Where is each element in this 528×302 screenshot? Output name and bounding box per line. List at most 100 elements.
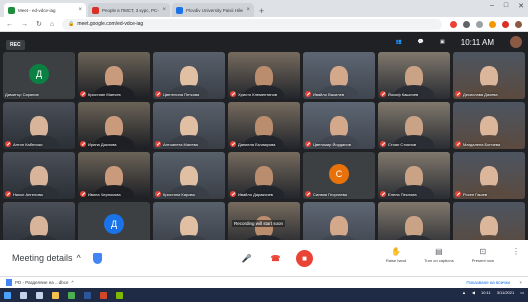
participant-tile[interactable]: Ивайло Даракчиев xyxy=(228,152,300,199)
participant-tile[interactable]: Цветелина Петкова xyxy=(153,52,225,99)
participant-name: Кристина Кирова xyxy=(163,191,195,197)
participant-tile[interactable]: Кристина Кирова xyxy=(153,152,225,199)
captions-button[interactable]: ▤ Turn on captions xyxy=(424,247,454,263)
windows-start-icon[interactable] xyxy=(4,291,11,299)
task-view-icon[interactable] xyxy=(36,291,43,299)
mic-muted-icon xyxy=(80,191,86,197)
back-icon[interactable]: ← xyxy=(6,21,13,28)
app-icon[interactable] xyxy=(100,291,107,299)
participant-avatar: С xyxy=(329,163,349,184)
present-now-button[interactable]: ⊡ Present now xyxy=(472,247,494,263)
participant-name-label: Цветомир Йорданов xyxy=(305,141,351,147)
participant-tile[interactable]: Магдалена Бончева xyxy=(453,102,525,149)
camera-indicator-icon[interactable] xyxy=(450,20,457,28)
new-tab-icon[interactable]: + xyxy=(259,6,264,16)
participant-name-label: Христо Клементинов xyxy=(230,91,277,97)
mic-muted-icon xyxy=(80,141,86,147)
participant-tile[interactable]: Цветомир Йорданов xyxy=(303,102,375,149)
home-icon[interactable]: ⌂ xyxy=(50,21,54,28)
close-tab-icon[interactable]: × xyxy=(246,7,250,13)
participant-tile[interactable]: Антон Кабенски xyxy=(3,102,75,149)
mic-muted-icon xyxy=(155,191,161,197)
maximize-icon[interactable]: □ xyxy=(504,2,508,10)
meeting-details-button[interactable]: Meeting details ^ xyxy=(12,252,102,264)
profile-avatar[interactable] xyxy=(515,20,522,28)
activities-icon[interactable]: ▣ xyxy=(440,39,445,45)
participant-tile[interactable]: Никол Ангелова xyxy=(3,152,75,199)
extension-icon[interactable] xyxy=(463,20,470,28)
participant-name: Росен Гашев xyxy=(463,191,487,197)
minimize-icon[interactable]: – xyxy=(490,2,494,10)
microphone-button[interactable]: 🎤 xyxy=(238,250,255,267)
host-controls-shield-icon[interactable] xyxy=(92,252,102,264)
show-all-downloads-link[interactable]: Показване на всички xyxy=(466,280,510,285)
browser-tab-university[interactable]: Plovdiv University Paisii Hilendar... × xyxy=(172,3,254,17)
participant-name: Цветелина Петкова xyxy=(163,91,200,97)
participants-icon[interactable]: 👥 xyxy=(396,39,402,45)
document-icon xyxy=(6,279,12,286)
participant-tile[interactable]: С Силвия Георгиева xyxy=(303,152,375,199)
mic-muted-icon xyxy=(305,141,311,147)
forward-icon[interactable]: → xyxy=(21,21,28,28)
participant-name-label: Даниела Бъчварова xyxy=(230,141,275,147)
camera-off-button[interactable]: ■ xyxy=(296,250,313,267)
participant-tile[interactable]: Антоанета Манева xyxy=(153,102,225,149)
file-explorer-icon[interactable] xyxy=(52,291,59,299)
network-icon[interactable]: ▲ xyxy=(462,290,466,295)
participant-tile[interactable]: Росен Гашев xyxy=(453,152,525,199)
participant-tile[interactable]: Христо Клементинов xyxy=(228,52,300,99)
meet-favicon-icon xyxy=(8,6,15,14)
participant-tile[interactable]: Ивона Черпокова xyxy=(78,152,150,199)
close-tab-icon[interactable]: × xyxy=(162,7,166,13)
word-icon[interactable] xyxy=(84,291,91,299)
more-options-icon[interactable]: ⋮ xyxy=(512,247,520,256)
windows-taskbar: ▲ ◀ 10:11 3/11/2021 ▭ xyxy=(0,288,528,302)
participant-tile[interactable]: Десислава Дачева xyxy=(453,52,525,99)
participant-tile[interactable]: Стоян Стоянов xyxy=(378,102,450,149)
close-window-icon[interactable]: ✕ xyxy=(518,2,524,10)
participant-name: Ивона Черпокова xyxy=(88,191,121,197)
reload-icon[interactable]: ↻ xyxy=(36,20,42,28)
chat-icon[interactable]: 💬 xyxy=(418,39,424,45)
participant-name: Стоян Стоянов xyxy=(388,141,417,147)
participant-name: Ивайло Даракчиев xyxy=(238,191,273,197)
lock-icon: 🔒 xyxy=(68,21,75,27)
participant-name: Магдалена Бончева xyxy=(463,141,501,147)
participant-name-label: Елена Пеклова xyxy=(380,191,417,197)
participant-tile[interactable]: Д Димитър Сарянов xyxy=(3,52,75,99)
browser-tab-people[interactable]: People в ПМСТ, 3 курс, РС-ки... × xyxy=(88,3,170,17)
extension-icon[interactable] xyxy=(489,20,496,28)
tab-title: Meet - ed-vdce-iag xyxy=(18,7,56,13)
participant-tile[interactable]: Кристиян Манчев xyxy=(78,52,150,99)
participant-tile[interactable]: Йосиф Кашичев xyxy=(378,52,450,99)
participant-name: Ирина Диклова xyxy=(88,141,117,147)
chrome-icon[interactable] xyxy=(68,291,75,299)
app-icon[interactable] xyxy=(116,291,123,299)
address-input[interactable]: 🔒 meet.google.com/ed-vdce-iag xyxy=(62,18,442,30)
browser-tab-meet[interactable]: Meet - ed-vdce-iag × xyxy=(4,3,86,17)
participant-name-label: Кристиян Манчев xyxy=(80,91,121,97)
leave-call-button[interactable]: ☎ xyxy=(267,250,284,267)
participant-tile[interactable]: Ирина Диклова xyxy=(78,102,150,149)
bookmark-star-icon[interactable] xyxy=(476,20,483,28)
participant-tile[interactable]: Даниела Бъчварова xyxy=(228,102,300,149)
mic-muted-icon xyxy=(455,91,461,97)
participant-name: Христо Клементинов xyxy=(238,91,277,97)
participant-tile[interactable]: Елена Пеклова xyxy=(378,152,450,199)
notifications-icon[interactable]: ▭ xyxy=(520,290,524,295)
volume-icon[interactable]: ◀ xyxy=(472,290,475,295)
meeting-clock: 10:11 AM xyxy=(460,37,494,47)
search-icon[interactable] xyxy=(20,291,27,299)
close-tab-icon[interactable]: × xyxy=(78,7,82,13)
participant-name-label: Ивайло Даракчиев xyxy=(230,191,273,197)
url-text: meet.google.com/ed-vdce-iag xyxy=(77,21,144,27)
self-avatar[interactable] xyxy=(510,36,522,48)
extension-icon[interactable] xyxy=(502,20,509,28)
participant-tile[interactable]: Ивайло Василев xyxy=(303,52,375,99)
chevron-up-icon[interactable]: ^ xyxy=(72,280,74,285)
present-label: Present now xyxy=(471,258,494,263)
university-favicon-icon xyxy=(176,6,183,14)
raise-hand-button[interactable]: ✋ Raise hand xyxy=(386,247,406,263)
close-downloads-icon[interactable]: × xyxy=(519,280,522,285)
download-item[interactable]: PD - Разделяне на ...dbce ^ xyxy=(6,279,74,286)
